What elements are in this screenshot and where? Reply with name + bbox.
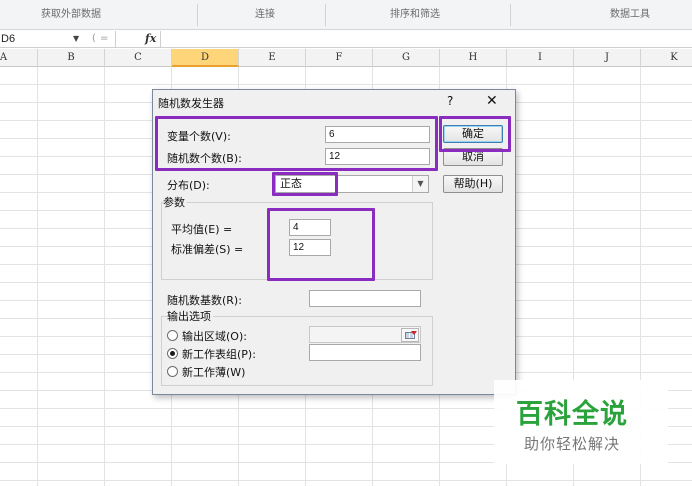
formula-input[interactable] bbox=[160, 31, 692, 47]
ribbon-separator bbox=[197, 4, 198, 26]
distribution-label: 分布(D): bbox=[167, 179, 210, 192]
output-options-label: 输出选项 bbox=[167, 308, 213, 324]
annotation-box-ok bbox=[439, 116, 511, 152]
watermark-title: 百科全说 bbox=[516, 399, 628, 430]
ribbon-group-strip: 获取外部数据 连接 排序和筛选 数据工具 bbox=[0, 0, 692, 30]
new-worksheet-ply-label: 新工作表组(P): bbox=[182, 348, 256, 361]
ribbon-group-data-tools: 数据工具 bbox=[610, 9, 650, 20]
annotation-box-distribution bbox=[272, 172, 338, 196]
grid-line bbox=[104, 67, 105, 486]
column-header-b[interactable]: B bbox=[38, 49, 105, 67]
dialog-title: 随机数发生器 bbox=[158, 97, 224, 110]
annotation-box-counts bbox=[155, 116, 438, 171]
column-header-h[interactable]: H bbox=[440, 49, 507, 67]
watermark-subtitle: 助你轻松解决 bbox=[524, 435, 621, 453]
new-worksheet-ply-radio[interactable] bbox=[167, 348, 178, 359]
column-header-e[interactable]: E bbox=[239, 49, 306, 67]
column-header-j[interactable]: J bbox=[574, 49, 641, 67]
insert-function-icon[interactable]: fx bbox=[145, 30, 156, 48]
formula-cancel-icon[interactable]: ( bbox=[92, 31, 96, 47]
grid-line bbox=[0, 84, 692, 85]
help-button[interactable]: 帮助(H) bbox=[443, 175, 503, 193]
new-worksheet-ply-input[interactable] bbox=[309, 344, 421, 361]
name-box[interactable]: D6 bbox=[0, 31, 116, 47]
column-header-row: A B C D E F G H I J K bbox=[0, 49, 692, 67]
random-seed-label: 随机数基数(R): bbox=[167, 294, 242, 307]
grid-line bbox=[0, 480, 692, 481]
output-range-radio[interactable] bbox=[167, 330, 178, 341]
column-header-k[interactable]: K bbox=[641, 49, 692, 67]
column-header-f[interactable]: F bbox=[306, 49, 373, 67]
help-icon[interactable]: ? bbox=[447, 94, 453, 108]
annotation-box-parameters bbox=[267, 208, 375, 281]
ribbon-separator bbox=[325, 4, 326, 26]
parameters-label: 参数 bbox=[163, 194, 187, 210]
random-seed-input[interactable] bbox=[309, 290, 421, 307]
column-header-g[interactable]: G bbox=[373, 49, 440, 67]
collapse-arrow-glyph bbox=[411, 331, 417, 335]
range-selector-icon[interactable] bbox=[401, 328, 419, 342]
close-icon[interactable]: ✕ bbox=[486, 93, 498, 109]
column-header-d[interactable]: D bbox=[172, 49, 239, 67]
output-range-label: 输出区域(O): bbox=[182, 330, 247, 343]
mean-label: 平均值(E) = bbox=[171, 223, 233, 236]
formula-bar: D6 ▼ ( = fx bbox=[0, 30, 692, 48]
watermark: 百科全说 助你轻松解决 bbox=[494, 380, 668, 464]
name-box-dropdown-icon[interactable]: ▼ bbox=[73, 31, 85, 47]
ribbon-group-connections: 连接 bbox=[255, 9, 275, 20]
new-workbook-label: 新工作薄(W) bbox=[182, 366, 246, 379]
column-header-c[interactable]: C bbox=[105, 49, 172, 67]
ribbon-group-sort-filter: 排序和筛选 bbox=[390, 9, 440, 20]
formula-enter-icon[interactable]: = bbox=[100, 31, 108, 47]
name-box-value: D6 bbox=[1, 33, 16, 45]
grid-line bbox=[37, 67, 38, 486]
chevron-down-icon[interactable]: ▼ bbox=[412, 176, 428, 192]
new-workbook-radio[interactable] bbox=[167, 366, 178, 377]
ribbon-separator bbox=[510, 4, 511, 26]
column-header-i[interactable]: I bbox=[507, 49, 574, 67]
column-header-a[interactable]: A bbox=[0, 49, 38, 67]
ribbon-group-get-external-data: 获取外部数据 bbox=[41, 9, 101, 20]
standard-deviation-label: 标准偏差(S) = bbox=[171, 243, 244, 256]
